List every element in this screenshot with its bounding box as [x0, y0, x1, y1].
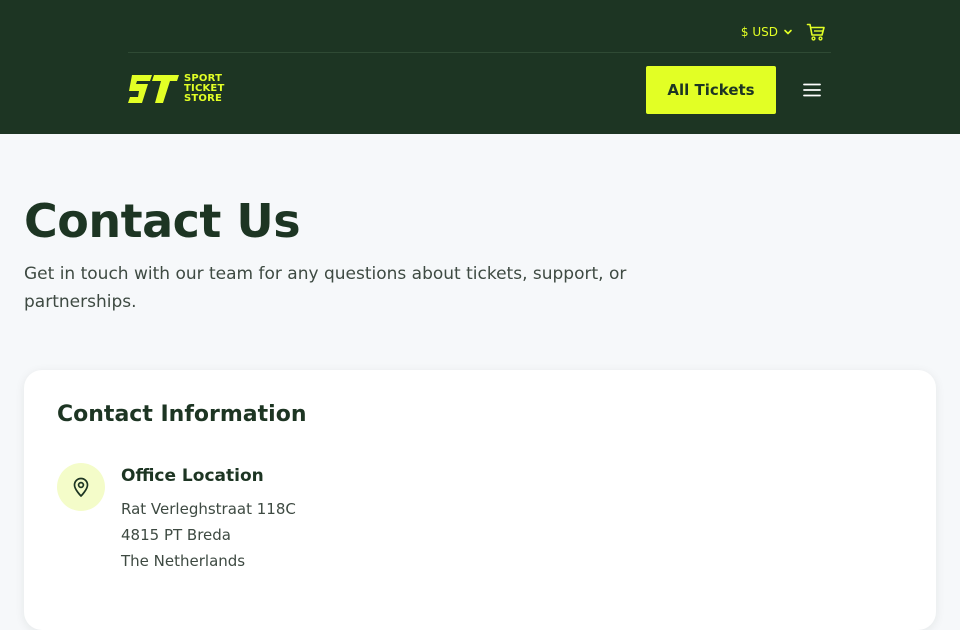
- map-pin-icon-badge: [57, 463, 105, 511]
- currency-selector[interactable]: $ USD: [741, 24, 793, 40]
- header-inner: $ USD SPORT TICKET STORE All Tickets: [128, 0, 831, 134]
- page-title: Contact Us: [24, 194, 301, 248]
- cart-icon[interactable]: [806, 22, 826, 42]
- office-location: Office Location Rat Verleghstraat 118C 4…: [121, 464, 296, 574]
- map-pin-icon: [73, 477, 89, 497]
- contact-information-card: Contact Information Office Location Rat …: [24, 370, 936, 630]
- currency-label: $ USD: [740, 25, 778, 39]
- address-line: Rat Verleghstraat 118C: [121, 500, 296, 518]
- site-logo[interactable]: SPORT TICKET STORE: [128, 74, 224, 104]
- top-bar: $ USD: [128, 0, 831, 53]
- logo-line: STORE: [184, 93, 223, 104]
- logo-wordmark: SPORT TICKET STORE: [184, 74, 224, 104]
- logo-mark-icon: [128, 75, 179, 103]
- menu-icon[interactable]: [802, 80, 822, 100]
- chevron-down-icon: [784, 29, 792, 35]
- address-line: The Netherlands: [121, 552, 246, 570]
- office-location-heading: Office Location: [121, 466, 264, 486]
- address-line: 4815 PT Breda: [121, 526, 231, 544]
- all-tickets-button[interactable]: All Tickets: [646, 66, 776, 114]
- hero-section: Contact Us Get in touch with our team fo…: [24, 192, 664, 316]
- office-address: Rat Verleghstraat 118C 4815 PT Breda The…: [121, 496, 296, 574]
- site-header: $ USD SPORT TICKET STORE All Tickets: [0, 0, 960, 134]
- card-title: Contact Information: [57, 402, 307, 427]
- page-subtitle: Get in touch with our team for any quest…: [24, 264, 627, 312]
